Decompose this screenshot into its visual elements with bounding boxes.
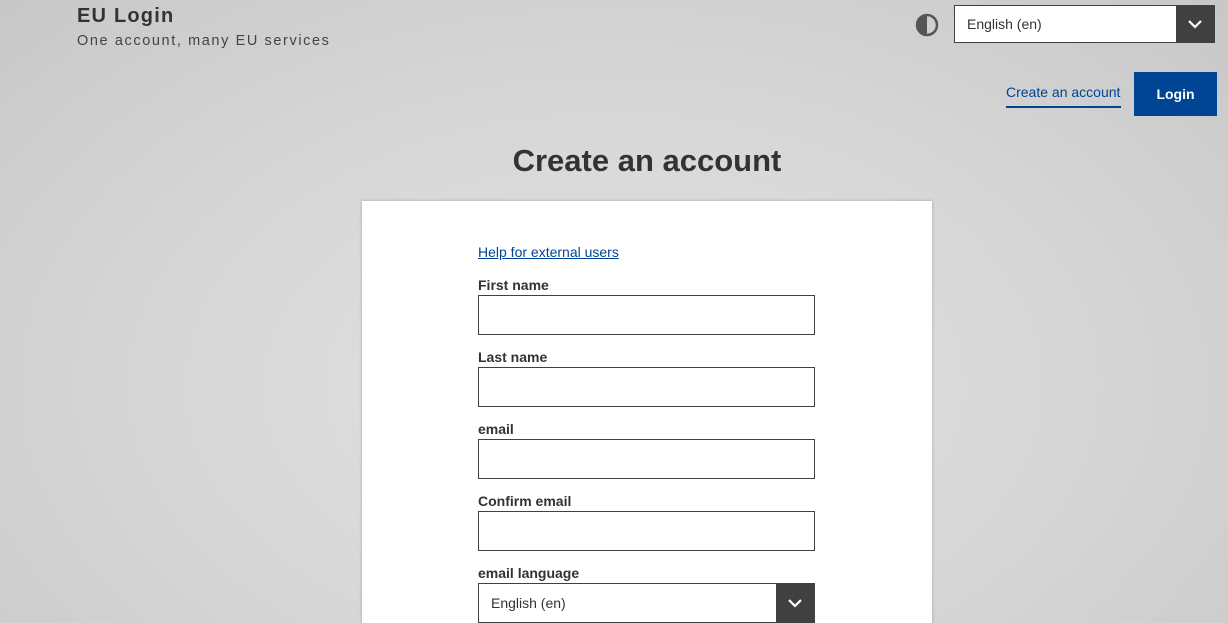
brand: EU Login One account, many EU services [77,5,331,50]
last-name-label: Last name [478,349,548,365]
chevron-down-icon[interactable] [776,584,814,622]
email-input[interactable] [478,439,815,479]
registration-card: Help for external users First name Last … [362,201,932,623]
contrast-icon[interactable] [915,13,939,37]
last-name-input[interactable] [478,367,815,407]
confirm-email-input[interactable] [478,511,815,551]
brand-title: EU Login [77,5,175,27]
email-language-select[interactable]: English (en) [478,583,815,623]
email-language-label: email language [478,565,580,581]
first-name-label: First name [478,277,549,293]
login-button[interactable]: Login [1134,72,1217,116]
help-external-users-link[interactable]: Help for external users [478,244,619,260]
chevron-down-icon[interactable] [1176,6,1214,42]
language-select[interactable]: English (en) [954,5,1215,43]
email-label: email [478,421,514,437]
email-language-value: English (en) [491,595,566,611]
brand-subtitle: One account, many EU services [77,33,331,49]
create-account-link[interactable]: Create an account [1006,84,1121,108]
first-name-input[interactable] [478,295,815,335]
page-title: Create an account [512,143,782,178]
language-select-value: English (en) [967,16,1042,32]
confirm-email-label: Confirm email [478,493,572,509]
